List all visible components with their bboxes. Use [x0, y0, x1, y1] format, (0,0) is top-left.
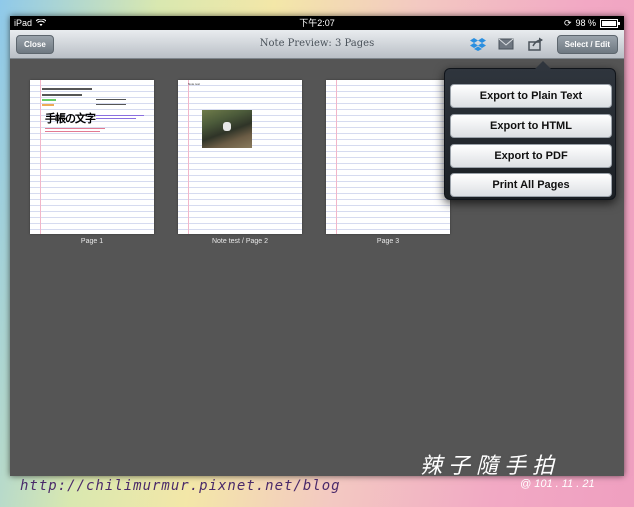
- text-line: [96, 104, 126, 105]
- navigation-bar: Close Note Preview: 3 Pages Select / Edi…: [10, 30, 624, 59]
- watermark-date: @ 101 . 11 . 21: [520, 478, 595, 490]
- print-all-pages-button[interactable]: Print All Pages: [450, 173, 612, 197]
- export-plain-text-button[interactable]: Export to Plain Text: [450, 84, 612, 108]
- highlight-mark: [42, 99, 56, 101]
- scribble: [96, 118, 136, 119]
- text-line: [96, 99, 126, 100]
- page-thumbnail-2[interactable]: Note test: [178, 80, 302, 234]
- watermark-url: http://chilimurmur.pixnet.net/blog: [20, 478, 341, 494]
- export-html-button[interactable]: Export to HTML: [450, 114, 612, 138]
- export-pdf-button[interactable]: Export to PDF: [450, 144, 612, 168]
- scribble: [45, 131, 100, 132]
- rotation-lock-icon: ⟳: [563, 18, 572, 28]
- status-bar: iPad 下午2:07 ⟳ 98 %: [10, 16, 624, 30]
- page-caption-3: Page 3: [376, 238, 400, 245]
- mail-icon[interactable]: [498, 37, 514, 51]
- page-grid: 手帳の文字 Page 1 Note test Note test / Page …: [10, 58, 624, 476]
- page-caption-1: Page 1: [80, 238, 104, 245]
- share-icon[interactable]: [528, 37, 544, 51]
- battery-fill: [602, 20, 616, 26]
- battery-percent: 98 %: [575, 18, 596, 28]
- ipad-screen: iPad 下午2:07 ⟳ 98 % Close Note Preview: 3…: [10, 16, 624, 476]
- page-caption-2: Note test / Page 2: [211, 238, 269, 245]
- watermark-signature: 辣子隨手拍: [420, 453, 561, 478]
- status-time: 下午2:07: [299, 18, 335, 28]
- text-line: [42, 94, 82, 96]
- photo-thumbnail: [202, 110, 252, 148]
- text-line: [42, 88, 92, 90]
- status-right: ⟳ 98 %: [563, 16, 620, 30]
- highlight-mark: [42, 104, 54, 106]
- page-thumbnail-1[interactable]: 手帳の文字: [30, 80, 154, 234]
- handwriting-title: 手帳の文字: [45, 113, 96, 125]
- popover-arrow: [535, 61, 551, 69]
- page-thumbnail-3[interactable]: [326, 80, 450, 234]
- export-popover: Export to Plain Text Export to HTML Expo…: [444, 61, 616, 200]
- scribble: [96, 115, 144, 116]
- battery-icon: [600, 18, 620, 28]
- scribble: [45, 128, 105, 129]
- select-edit-button[interactable]: Select / Edit: [556, 35, 618, 54]
- photo-subject: [223, 122, 231, 131]
- thumb-title: Note test: [188, 82, 201, 86]
- dropbox-icon[interactable]: [470, 37, 486, 51]
